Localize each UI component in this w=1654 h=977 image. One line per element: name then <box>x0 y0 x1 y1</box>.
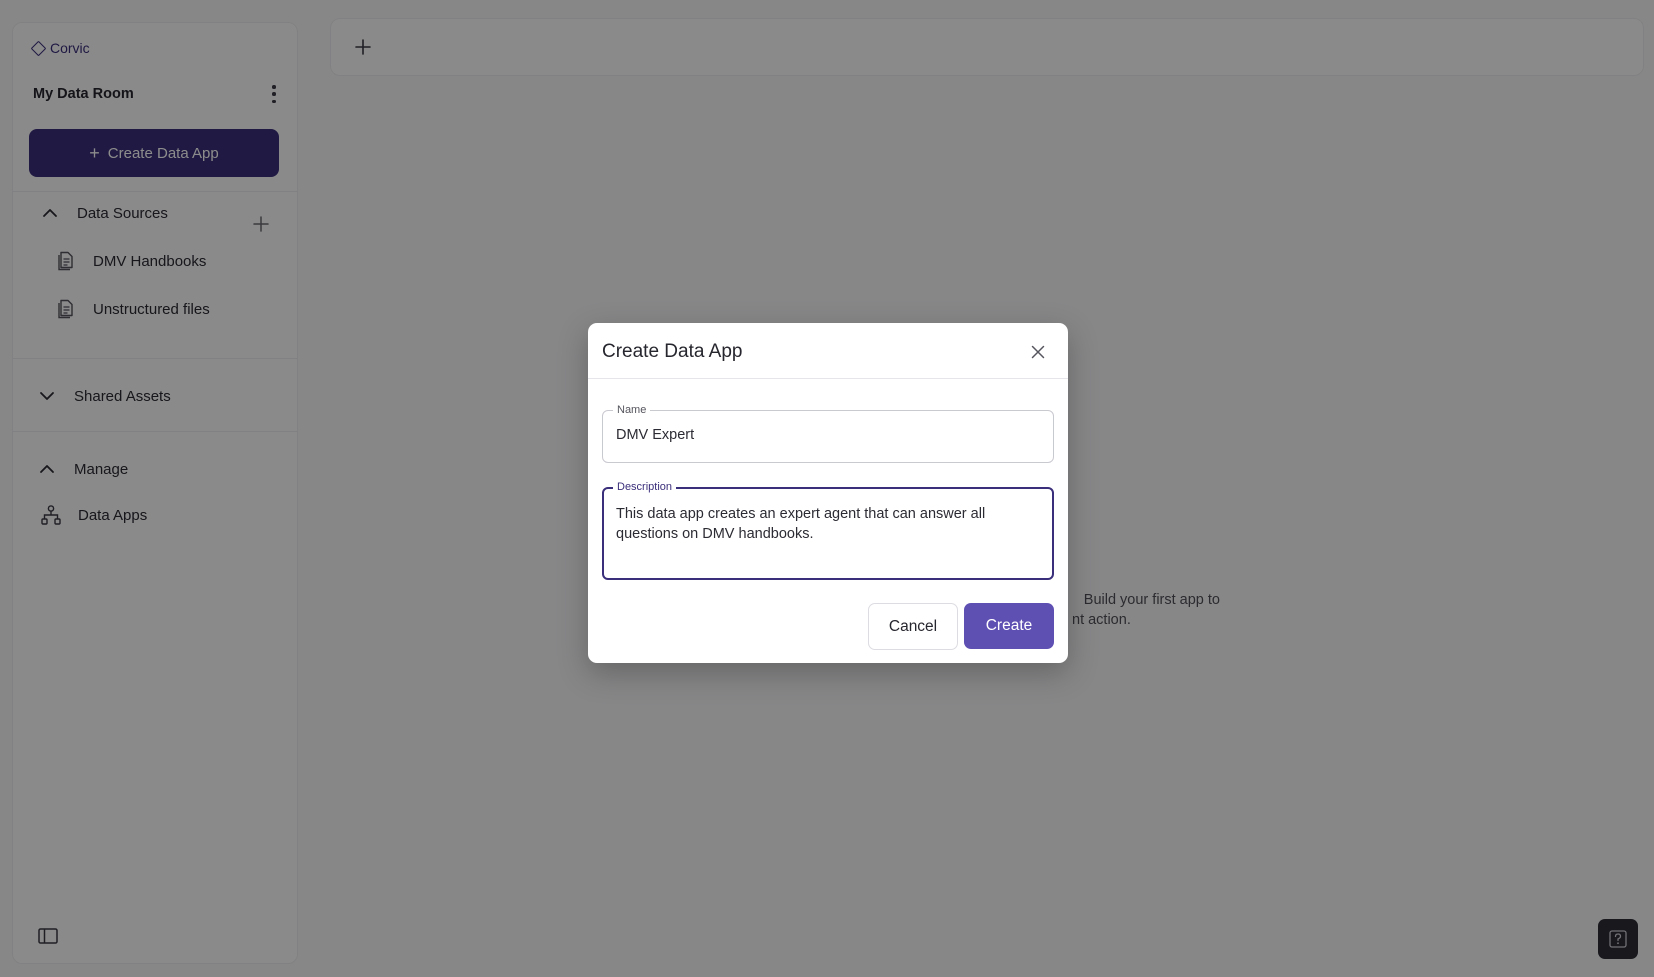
cancel-button[interactable]: Cancel <box>868 603 958 650</box>
divider <box>588 378 1068 379</box>
name-field[interactable]: Name <box>602 403 1054 463</box>
create-button[interactable]: Create <box>964 603 1054 649</box>
name-input[interactable] <box>616 427 1036 443</box>
close-icon[interactable] <box>1028 342 1048 362</box>
description-field[interactable]: Description This data app creates an exp… <box>602 480 1054 580</box>
dialog-title: Create Data App <box>602 341 743 362</box>
description-label: Description <box>613 480 677 494</box>
create-data-app-dialog: Create Data App Name Description This da… <box>588 323 1068 663</box>
description-input[interactable]: This data app creates an expert agent th… <box>616 504 1040 566</box>
name-label: Name <box>613 403 651 417</box>
